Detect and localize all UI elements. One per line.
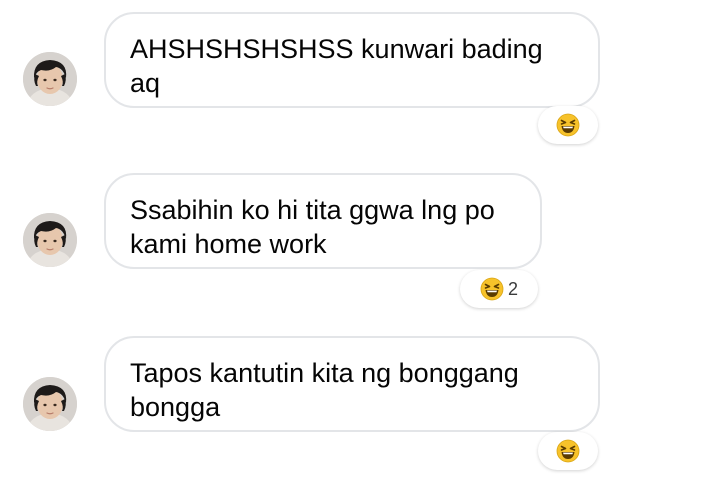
message-text-line: aq [130,68,161,98]
message-text-line: Tapos kantutin kita ng bonggang [130,358,519,388]
sender-avatar[interactable] [23,377,77,431]
message-text-line: AHSHSHSHSHSS kunwari bading [130,34,543,64]
sender-avatar[interactable] [23,52,77,106]
sender-avatar[interactable] [23,213,77,267]
laughing-emoji-icon [556,113,580,137]
person-avatar-icon [23,213,77,267]
message-text-line: Ssabihin ko hi tita ggwa lng po [130,195,495,225]
message-bubble[interactable]: AHSHSHSHSHSS kunwari bading aq [104,12,600,108]
person-avatar-icon [23,377,77,431]
message-text-line: kami home work [130,229,327,259]
reaction-badge[interactable] [538,106,598,144]
message-text-line: bongga [130,392,221,422]
reaction-badge[interactable] [538,432,598,470]
message-bubble[interactable]: Tapos kantutin kita ng bonggang bongga [104,336,600,432]
reaction-badge[interactable]: 2 [460,270,538,308]
person-avatar-icon [23,52,77,106]
laughing-emoji-icon [556,439,580,463]
laughing-emoji-icon [480,277,504,301]
message-bubble[interactable]: Ssabihin ko hi tita ggwa lng po kami hom… [104,173,542,269]
reaction-count: 2 [507,278,518,299]
